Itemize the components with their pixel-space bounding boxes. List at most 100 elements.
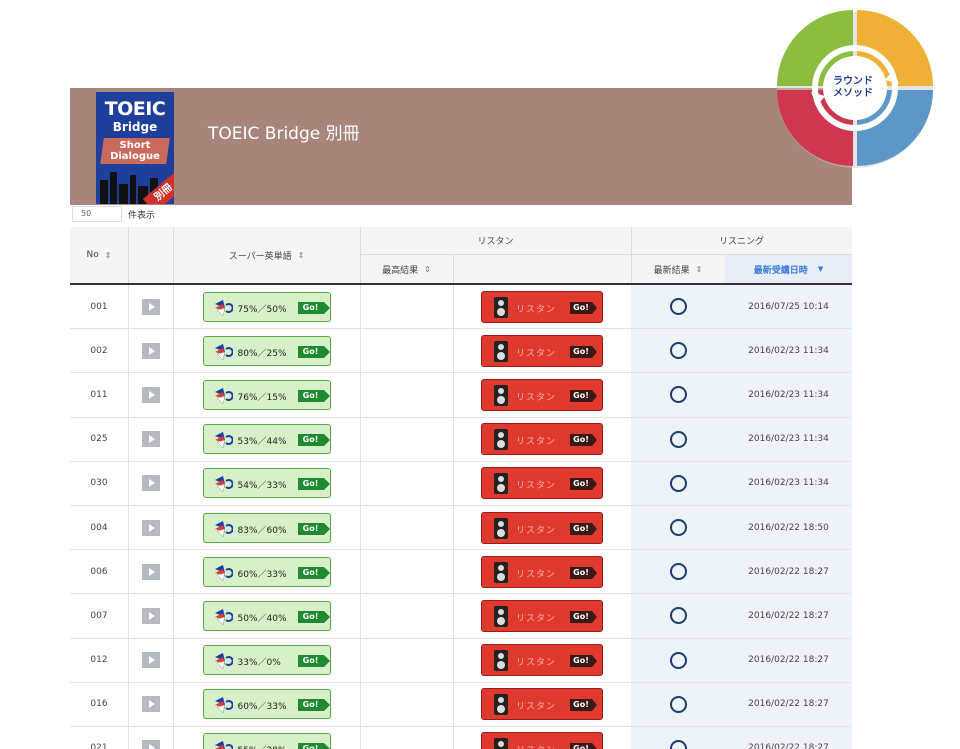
row-date: 2016/07/25 10:14 [725, 285, 852, 329]
header-banner [70, 88, 852, 205]
vocab-go-button[interactable]: 60%／33% Go! [202, 689, 331, 720]
word-cards-icon [214, 564, 233, 582]
listen-label: リスタン [516, 613, 557, 624]
play-icon[interactable] [141, 475, 160, 492]
play-icon[interactable] [141, 740, 160, 749]
listen-label: リスタン [516, 743, 556, 749]
vocab-score: 33%／0% [237, 658, 281, 669]
listen-go-button[interactable]: リスタン Go! [481, 555, 603, 588]
result-circle-icon [669, 342, 687, 360]
per-page-label: 件表示 [128, 211, 156, 221]
results-table: No ⇕ スーパー英単語 ⇕ リスタン リスニング 最高結果 ⇕ 最新結果 ⇕ 最新受講… [70, 227, 852, 749]
go-label: Go! [570, 566, 597, 579]
play-icon[interactable] [141, 563, 160, 580]
listen-go-button[interactable]: リスタン Go! [481, 644, 603, 677]
table-row: 021 55%／28% Go! リスタン Go! [70, 726, 852, 749]
page-title: TOEIC Bridge 別冊 [208, 124, 360, 144]
listen-go-button[interactable]: リスタン Go! [481, 688, 603, 721]
book-cover-image: TOEIC Bridge Short Dialogue 別冊 [96, 92, 174, 204]
play-icon[interactable] [141, 607, 160, 624]
sort-icon[interactable]: ⇕ [298, 251, 305, 260]
word-cards-icon [214, 608, 233, 626]
go-label: Go! [297, 610, 330, 623]
row-no: 006 [90, 566, 108, 577]
best-result-cell [360, 727, 453, 749]
best-result-cell [360, 373, 453, 416]
go-label: Go! [297, 434, 330, 447]
row-no: 011 [90, 389, 108, 400]
listen-go-button[interactable]: リスタン Go! [481, 732, 603, 749]
best-result-cell [360, 285, 453, 328]
best-result-cell [360, 594, 453, 637]
word-cards-icon [214, 476, 233, 493]
table-row: 007 50%／40% Go! リスタン Go! 2016/02/22 18:2… [70, 594, 852, 639]
col-latest-result-header[interactable]: 最新結果 ⇕ [631, 255, 725, 283]
word-cards-icon [214, 432, 233, 449]
play-icon[interactable] [141, 519, 160, 536]
table-body: 001 75%／50% Go! リスタン Go! 2016/07/25 10:1… [70, 285, 852, 749]
word-cards-icon [214, 387, 233, 405]
go-label: Go! [570, 478, 597, 491]
per-page-input[interactable]: 50 [72, 206, 122, 222]
vocab-go-button[interactable]: 55%／28% Go! [202, 733, 331, 749]
go-label: Go! [297, 301, 330, 314]
sort-desc-icon[interactable]: ▼ [818, 265, 823, 273]
speaker-icon [494, 384, 508, 406]
vocab-go-button[interactable]: 80%／25% Go! [202, 335, 331, 366]
play-icon[interactable] [141, 652, 160, 669]
go-label: Go! [297, 389, 330, 402]
listen-go-button[interactable]: リスタン Go! [481, 467, 603, 500]
go-label: Go! [297, 522, 330, 535]
sort-icon[interactable]: ⇕ [105, 251, 112, 260]
listen-go-button[interactable]: リスタン Go! [481, 511, 603, 544]
listen-go-button[interactable]: リスタン Go! [481, 334, 603, 367]
row-date: 2016/02/22 18:27 [725, 682, 852, 726]
cover-subtitle: Bridge [112, 120, 158, 134]
vocab-go-button[interactable]: 83%／60% Go! [202, 512, 331, 543]
best-result-cell [360, 506, 453, 549]
col-best-result-header[interactable]: 最高結果 ⇕ [360, 255, 453, 283]
result-circle-icon [669, 474, 687, 492]
sort-icon[interactable]: ⇕ [424, 265, 431, 274]
speaker-icon [494, 605, 508, 627]
row-date: 2016/02/22 18:27 [725, 594, 852, 638]
row-no: 025 [90, 434, 108, 445]
best-result-cell [360, 550, 453, 593]
sort-icon[interactable]: ⇕ [696, 265, 703, 274]
play-icon[interactable] [141, 298, 160, 315]
table-row: 001 75%／50% Go! リスタン Go! 2016/07/25 10:1… [70, 285, 852, 330]
col-latest-date-header[interactable]: 最新受講日時 ▼ [725, 255, 852, 283]
row-no: 001 [90, 301, 108, 312]
result-circle-icon [669, 607, 687, 625]
speaker-icon [494, 296, 508, 318]
result-circle-icon [669, 430, 687, 448]
vocab-go-button[interactable]: 76%／15% Go! [202, 379, 331, 410]
vocab-go-button[interactable]: 33%／0% Go! [202, 645, 331, 676]
go-label: Go! [570, 434, 597, 447]
vocab-go-button[interactable]: 60%／33% Go! [202, 556, 331, 587]
vocab-go-button[interactable]: 54%／33% Go! [202, 468, 331, 499]
best-result-cell [360, 329, 453, 372]
listen-label: リスタン [516, 702, 557, 713]
col-no-header[interactable]: No ⇕ [70, 227, 128, 283]
row-no: 007 [90, 610, 108, 621]
vocab-go-button[interactable]: 53%／44% Go! [202, 424, 331, 455]
go-label: Go! [570, 610, 597, 623]
play-icon[interactable] [141, 342, 160, 359]
vocab-go-button[interactable]: 50%／40% Go! [202, 600, 331, 631]
listen-go-button[interactable]: リスタン Go! [481, 290, 603, 323]
best-result-cell [360, 418, 453, 461]
word-cards-icon [214, 697, 233, 714]
listen-go-button[interactable]: リスタン Go! [481, 599, 603, 632]
play-icon[interactable] [141, 431, 160, 448]
col-vocab-header[interactable]: スーパー英単語 ⇕ [173, 227, 360, 283]
word-cards-icon [214, 343, 233, 361]
vocab-go-button[interactable]: 75%／50% Go! [202, 291, 331, 322]
play-icon[interactable] [141, 386, 160, 403]
row-no: 004 [90, 522, 108, 533]
cover-caption: Short Dialogue [110, 140, 160, 162]
vocab-score: 80%／25% [237, 348, 287, 359]
listen-go-button[interactable]: リスタン Go! [481, 378, 603, 411]
play-icon[interactable] [141, 696, 160, 713]
listen-go-button[interactable]: リスタン Go! [481, 423, 603, 456]
